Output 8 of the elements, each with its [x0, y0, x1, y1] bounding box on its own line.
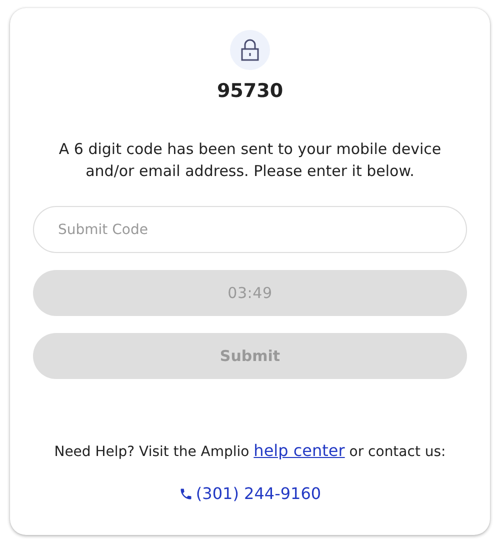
help-center-link[interactable]: help center — [254, 441, 345, 460]
phone-link[interactable]: (301) 244-9160 — [178, 484, 322, 503]
code-title: 95730 — [216, 80, 284, 102]
lock-icon — [230, 30, 270, 70]
code-field[interactable]: Submit Code — [33, 206, 467, 253]
help-text: Need Help? Visit the Amplio help center or contact us: — [54, 441, 446, 460]
instruction-text: A 6 digit code has been sent to your mobile device and/or email address. Please enter it below. — [58, 139, 442, 182]
phone-icon — [178, 486, 193, 500]
